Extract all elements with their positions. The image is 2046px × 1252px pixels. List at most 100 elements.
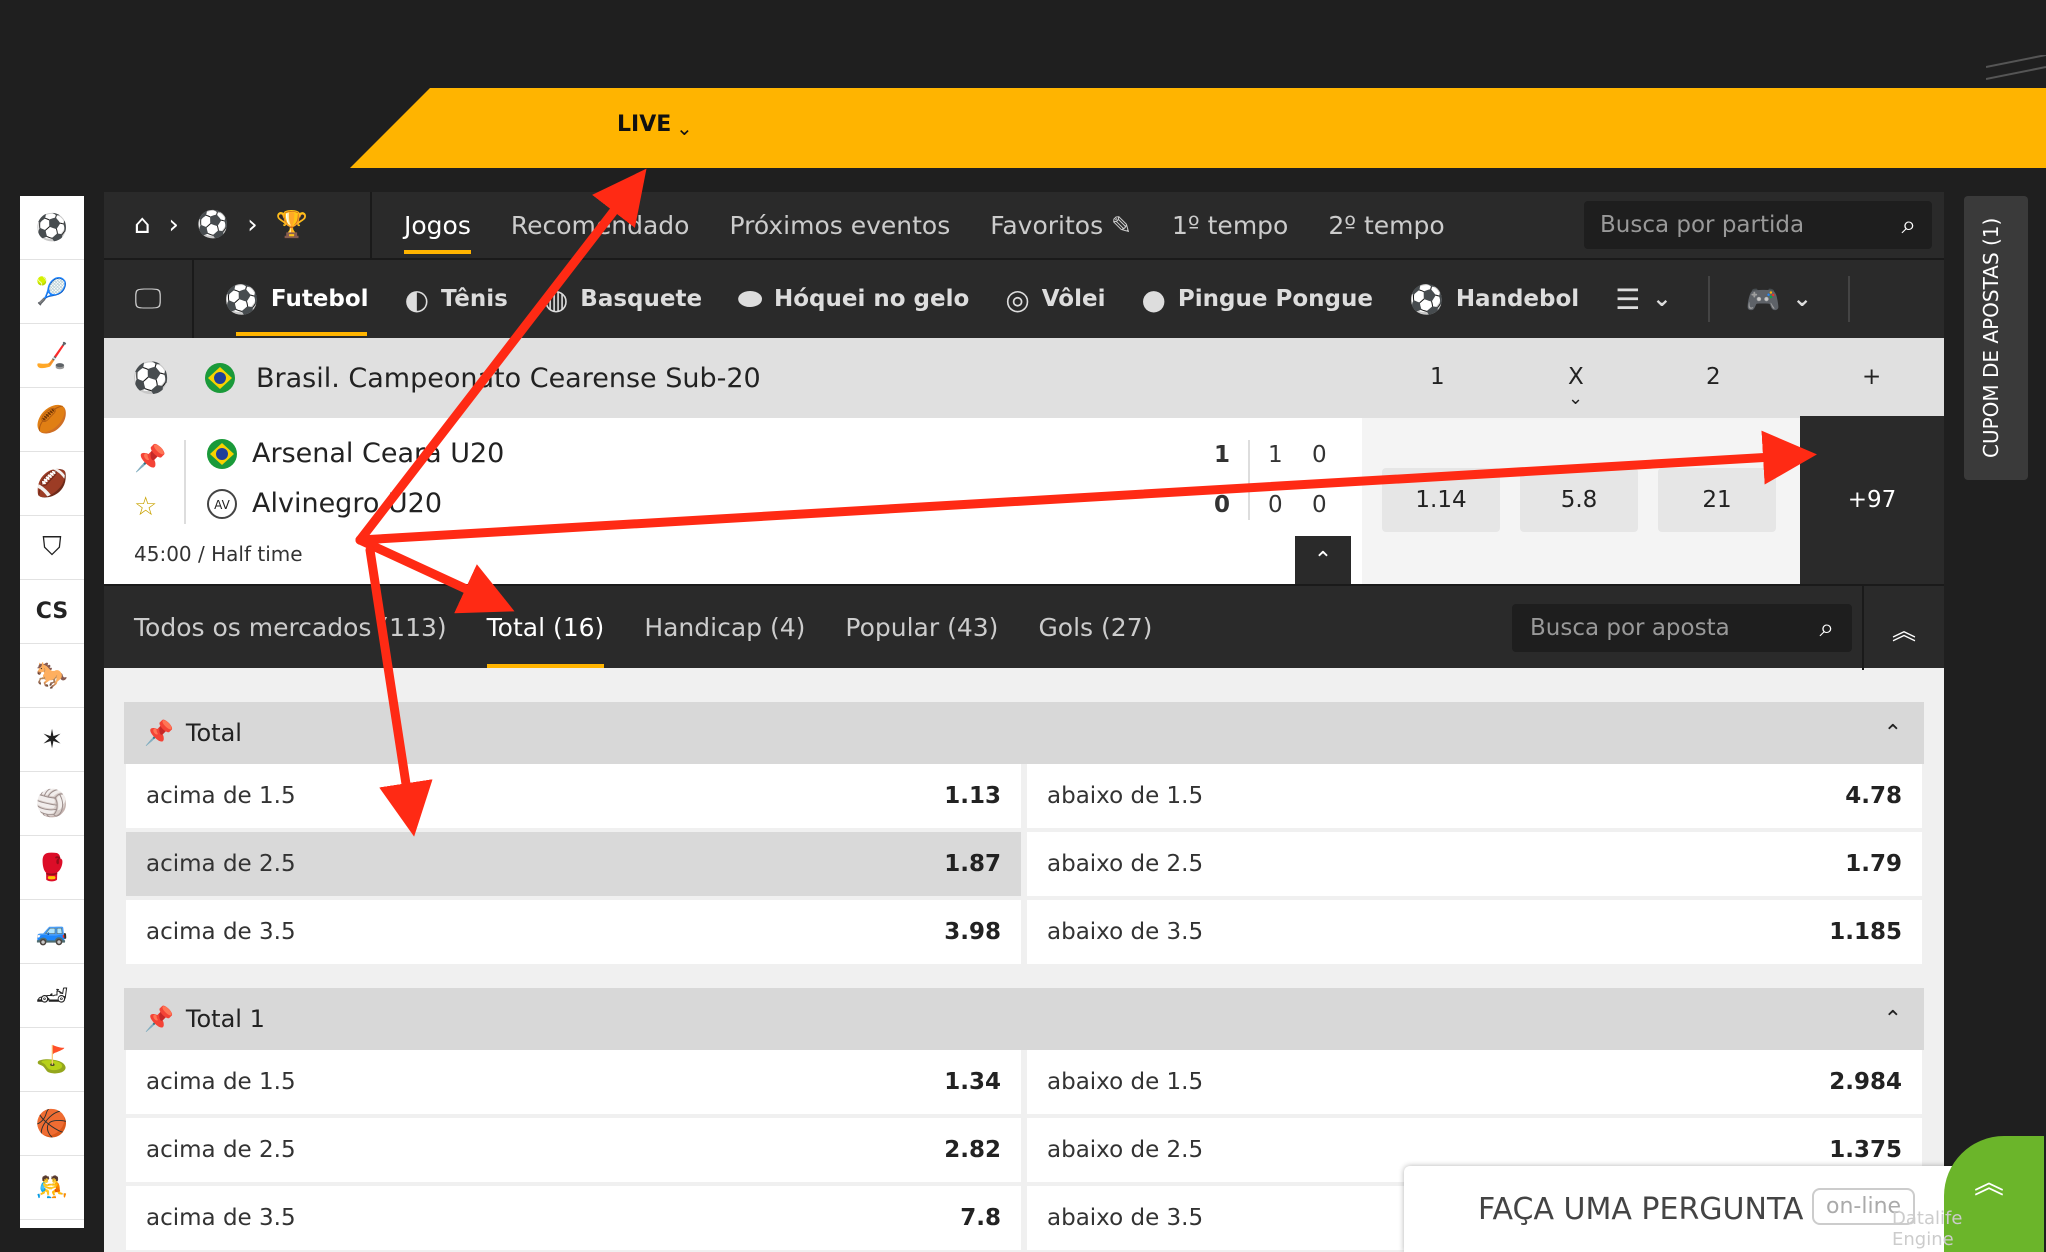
esports-menu[interactable]: 🎮 ⌄: [1728, 260, 1830, 338]
esport-volleyball-icon[interactable]: 🏐: [20, 772, 84, 836]
world-of-tanks-icon[interactable]: ⛉: [20, 516, 84, 580]
tab-count: (27): [1101, 612, 1153, 642]
column-x: X: [1568, 364, 1584, 390]
tab-popular[interactable]: Popular (43): [845, 586, 998, 668]
market-row: acima de 2.5 1.87 abaixo de 2.5 1.79: [124, 832, 1924, 900]
esport-football-icon[interactable]: ⚽: [20, 196, 84, 260]
odd-value: 7.8: [960, 1205, 1001, 1231]
chevron-up-icon[interactable]: ⌃: [1295, 536, 1351, 584]
sport-hoquei[interactable]: ⬬ Hóquei no gelo: [720, 260, 987, 338]
odd-cell[interactable]: acima de 1.5 1.13: [126, 764, 1021, 832]
basketball-icon: ◍: [543, 282, 569, 316]
match-search-input[interactable]: Busca por partida: [1600, 212, 1804, 238]
tab-count: (16): [552, 612, 605, 642]
chevron-down-icon: ⌄: [1652, 286, 1672, 312]
racing-car-icon[interactable]: 🏎: [20, 964, 84, 1028]
pin-icon[interactable]: 📌: [144, 1005, 174, 1033]
tab-count: (43): [947, 612, 999, 642]
market-group-title: Total: [185, 719, 242, 747]
chevron-up-icon[interactable]: ⌃: [1884, 721, 1902, 746]
ask-question-widget[interactable]: FAÇA UMA PERGUNTA on-line ︽ Datalife Eng…: [1404, 1136, 2044, 1252]
chevron-right-icon: ›: [247, 210, 258, 240]
tab-favoritos[interactable]: Favoritos ✎: [990, 192, 1132, 258]
bet-slip-label[interactable]: CUPOM DE APOSTAS (1): [1979, 218, 2003, 458]
trophy-icon[interactable]: 🏆: [276, 210, 308, 240]
star-icon[interactable]: ☆: [134, 492, 157, 522]
away-score: 0: [1214, 492, 1231, 518]
tab-handicap[interactable]: Handicap (4): [644, 586, 805, 668]
pin-icon[interactable]: 📌: [134, 444, 166, 474]
esport-combat-icon[interactable]: 🥊: [20, 836, 84, 900]
esport-boxing-icon[interactable]: 🤼: [20, 1156, 84, 1220]
tab-todos-mercados[interactable]: Todos os mercados (113): [134, 586, 447, 668]
sport-volei[interactable]: ◎ Vôlei: [987, 260, 1123, 338]
market-group-header[interactable]: 📌 Total ⌃: [124, 702, 1924, 764]
odd-away-button[interactable]: 21: [1658, 468, 1776, 532]
odd-cell[interactable]: abaixo de 2.5 1.79: [1027, 832, 1922, 900]
tab-total[interactable]: Total (16): [486, 586, 605, 668]
esport-tennis-icon[interactable]: 🎾: [20, 260, 84, 324]
market-row: acima de 1.5 1.34 abaixo de 1.5 2.984: [124, 1050, 1924, 1118]
more-sports-menu[interactable]: ☰ ⌄: [1597, 260, 1689, 338]
chevron-down-icon[interactable]: ⌄: [676, 116, 693, 140]
sport-handebol[interactable]: ⚽ Handebol: [1391, 260, 1597, 338]
home-team-name[interactable]: Arsenal Ceará U20: [252, 438, 504, 469]
pin-icon[interactable]: 📌: [144, 719, 174, 747]
odd-home-button[interactable]: 1.14: [1382, 468, 1500, 532]
tab-proximos-eventos[interactable]: Próximos eventos: [729, 192, 950, 258]
double-chevron-up-icon[interactable]: ︽: [1862, 586, 1944, 670]
ask-question-label[interactable]: FAÇA UMA PERGUNTA: [1478, 1192, 1803, 1227]
sport-label: Handebol: [1455, 286, 1580, 312]
sport-label: Vôlei: [1041, 286, 1106, 312]
home-icon[interactable]: ⌂: [134, 210, 151, 240]
esport-basketball-icon[interactable]: 🏀: [20, 1092, 84, 1156]
search-icon[interactable]: ⌕: [1901, 210, 1916, 241]
esport-rugby-icon[interactable]: 🏉: [20, 388, 84, 452]
esport-golf-icon[interactable]: ⛳: [20, 1028, 84, 1092]
tab-2-tempo[interactable]: 2º tempo: [1328, 192, 1444, 258]
odd-label: acima de 3.5: [146, 919, 296, 945]
odd-draw-button[interactable]: 5.8: [1520, 468, 1638, 532]
sport-label: Basquete: [580, 286, 703, 312]
odd-cell[interactable]: acima de 3.5 3.98: [126, 900, 1021, 968]
odd-cell[interactable]: acima de 1.5 1.34: [126, 1050, 1021, 1118]
monitor-icon[interactable]: 🖵: [104, 260, 194, 338]
team-logo-icon: AV: [207, 489, 237, 519]
odd-cell[interactable]: abaixo de 1.5 4.78: [1027, 764, 1922, 832]
rocket-league-icon[interactable]: 🚙: [20, 900, 84, 964]
odd-cell[interactable]: abaixo de 1.5 2.984: [1027, 1050, 1922, 1118]
sport-tenis[interactable]: ◐ Tênis: [387, 260, 526, 338]
esport-hockey-icon[interactable]: 🏒: [20, 324, 84, 388]
soccer-ball-icon[interactable]: ⚽: [197, 210, 229, 240]
sport-pingue-pongue[interactable]: ● Pingue Pongue: [1123, 260, 1390, 338]
more-markets-button[interactable]: +97: [1800, 416, 1944, 584]
odd-cell[interactable]: abaixo de 3.5 1.185: [1027, 900, 1922, 968]
chevron-up-icon[interactable]: ⌃: [1884, 1007, 1902, 1032]
league-name[interactable]: Brasil. Campeonato Cearense Sub-20: [256, 363, 761, 394]
sport-futebol[interactable]: ⚽ Futebol: [206, 260, 387, 338]
match-search-field[interactable]: Busca por partida ⌕: [1584, 201, 1932, 249]
tab-jogos[interactable]: Jogos: [404, 192, 471, 258]
away-team-name[interactable]: Alvinegro U20: [252, 488, 442, 519]
search-icon[interactable]: ⌕: [1819, 613, 1834, 644]
home-score-2h: 0: [1312, 442, 1327, 468]
odd-value: 2.82: [944, 1137, 1001, 1163]
esport-american-football-icon[interactable]: 🏈: [20, 452, 84, 516]
live-banner: [350, 88, 2046, 168]
counter-strike-icon[interactable]: CS: [20, 580, 84, 644]
tab-recomendado[interactable]: Recomendado: [511, 192, 690, 258]
live-menu-label[interactable]: LIVE: [617, 112, 671, 137]
odd-cell[interactable]: acima de 2.5 2.82: [126, 1118, 1021, 1186]
starcraft-icon[interactable]: ✶: [20, 708, 84, 772]
tab-gols[interactable]: Gols (27): [1038, 586, 1152, 668]
horse-racing-icon[interactable]: 🐎: [20, 644, 84, 708]
bet-search-field[interactable]: Busca por aposta ⌕: [1512, 604, 1852, 652]
tab-1-tempo[interactable]: 1º tempo: [1172, 192, 1288, 258]
bet-search-input[interactable]: Busca por aposta: [1530, 615, 1730, 641]
odd-label: acima de 1.5: [146, 783, 296, 809]
market-group-header[interactable]: 📌 Total 1 ⌃: [124, 988, 1924, 1050]
double-chevron-up-icon[interactable]: ︽: [1974, 1158, 2004, 1202]
odd-cell-selected[interactable]: acima de 2.5 1.87: [126, 832, 1021, 900]
sport-basquete[interactable]: ◍ Basquete: [526, 260, 720, 338]
odd-cell[interactable]: acima de 3.5 7.8: [126, 1186, 1021, 1252]
